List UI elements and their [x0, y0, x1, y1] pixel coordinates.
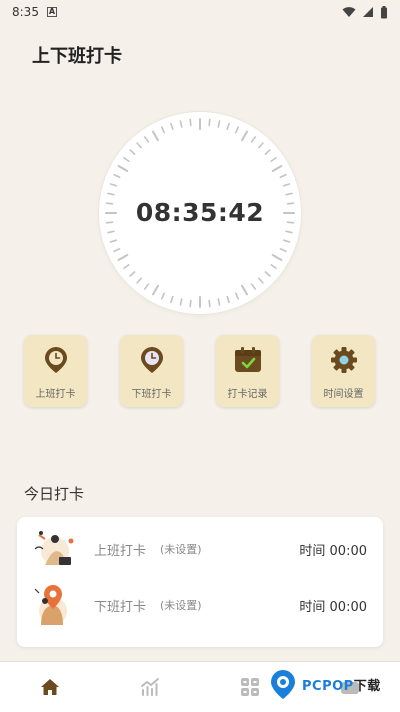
clock-tick [160, 292, 166, 300]
action-label: 上班打卡 [35, 389, 76, 400]
today-section-title: 今日打卡 [24, 485, 85, 503]
clock: 08:35:42 [99, 112, 301, 314]
clock-tick [189, 299, 192, 308]
pcpop-logo-icon [271, 670, 295, 699]
clock-tick [258, 277, 264, 284]
clock-tick [179, 298, 183, 306]
clock-tick [113, 173, 121, 179]
battery-icon [381, 5, 387, 18]
action-grid: 上班打卡 下班打卡 打卡记录 时间设置 [24, 335, 376, 407]
record-name: 上班打卡 [94, 543, 147, 559]
calendar-check-icon [234, 347, 261, 372]
clock-tick [264, 149, 271, 155]
clock-tick [107, 192, 115, 196]
clock-tick [285, 192, 293, 196]
clock-tick [279, 247, 287, 253]
notification-a-icon: A [46, 7, 57, 17]
clock-tick [136, 142, 142, 149]
clock-time: 08:35:42 [135, 198, 265, 227]
clock-tick [113, 247, 121, 253]
action-label: 打卡记录 [227, 389, 268, 400]
grid-icon[interactable] [239, 676, 261, 698]
clock-pin-icon [140, 347, 163, 373]
status-time: 8:35 [12, 5, 39, 19]
record-status: (未设置) [160, 543, 202, 556]
clock-in-button[interactable]: 上班打卡 [24, 335, 87, 407]
list-item[interactable]: 上班打卡 (未设置) 时间 00:00 [17, 525, 383, 573]
clock-tick [208, 299, 211, 308]
clock-tick [241, 284, 248, 296]
clock-tick [143, 136, 150, 143]
clock-tick [217, 298, 221, 306]
clock-tick [271, 254, 283, 261]
clock-tick [170, 295, 174, 304]
clock-tick [271, 165, 283, 172]
clock-tick [250, 283, 257, 290]
clock-tick [208, 118, 211, 127]
action-label: 时间设置 [323, 389, 364, 400]
list-item[interactable]: 下班打卡 (未设置) 时间 00:00 [17, 581, 383, 629]
home-icon[interactable] [39, 676, 61, 698]
clock-tick [170, 122, 174, 131]
watermark-prefix: PCPOP [302, 678, 354, 694]
today-records-card: 上班打卡 (未设置) 时间 00:00 下班打卡 (未设置) 时间 00:00 [17, 517, 383, 647]
clock-tick [282, 239, 291, 243]
clock-tick [250, 136, 257, 143]
pcpop-watermark: PCPOP下载 [268, 666, 394, 702]
clock-tick [179, 120, 183, 128]
clock-tick [129, 149, 136, 155]
clock-tick [226, 122, 230, 131]
record-time: 时间 00:00 [299, 543, 367, 559]
records-button[interactable]: 打卡记录 [216, 335, 279, 407]
signal-icon [363, 7, 373, 17]
page-title: 上下班打卡 [32, 46, 122, 67]
clock-tick [234, 292, 240, 300]
record-time: 时间 00:00 [299, 599, 367, 615]
clock-out-button[interactable]: 下班打卡 [120, 335, 183, 407]
record-name: 下班打卡 [94, 599, 147, 615]
clock-tick [285, 230, 293, 234]
clock-tick [109, 183, 118, 187]
status-bar: 8:35 A [0, 0, 400, 24]
clock-tick [152, 130, 159, 142]
clock-tick [160, 126, 166, 134]
clock-tick [226, 295, 230, 304]
record-status: (未设置) [160, 599, 202, 612]
clock-tick [136, 277, 142, 284]
clock-tick [234, 126, 240, 134]
clock-out-illustration-icon [34, 585, 67, 625]
clock-tick [117, 165, 129, 172]
action-label: 下班打卡 [131, 389, 172, 400]
wifi-icon [342, 7, 356, 17]
clock-tick [264, 271, 271, 277]
clock-tick [241, 130, 248, 142]
time-settings-button[interactable]: 时间设置 [312, 335, 375, 407]
clock-tick [217, 120, 221, 128]
clock-tick [129, 271, 136, 277]
chart-icon[interactable] [139, 676, 161, 698]
clock-pin-icon [44, 347, 67, 373]
clock-tick [109, 239, 118, 243]
clock-tick [107, 230, 115, 234]
watermark-text: PCPOP下载 [302, 675, 381, 694]
clock-tick [189, 118, 192, 127]
clock-tick [123, 263, 130, 270]
clock-in-illustration-icon [34, 531, 74, 565]
clock-tick [279, 173, 287, 179]
gear-icon [330, 347, 357, 373]
clock-tick [270, 263, 277, 270]
clock-tick [123, 156, 130, 163]
clock-tick [258, 142, 264, 149]
clock-tick [152, 284, 159, 296]
clock-tick [270, 156, 277, 163]
watermark-suffix: 下载 [353, 678, 381, 694]
clock-tick [117, 254, 129, 261]
clock-tick [282, 183, 291, 187]
clock-tick [143, 283, 150, 290]
